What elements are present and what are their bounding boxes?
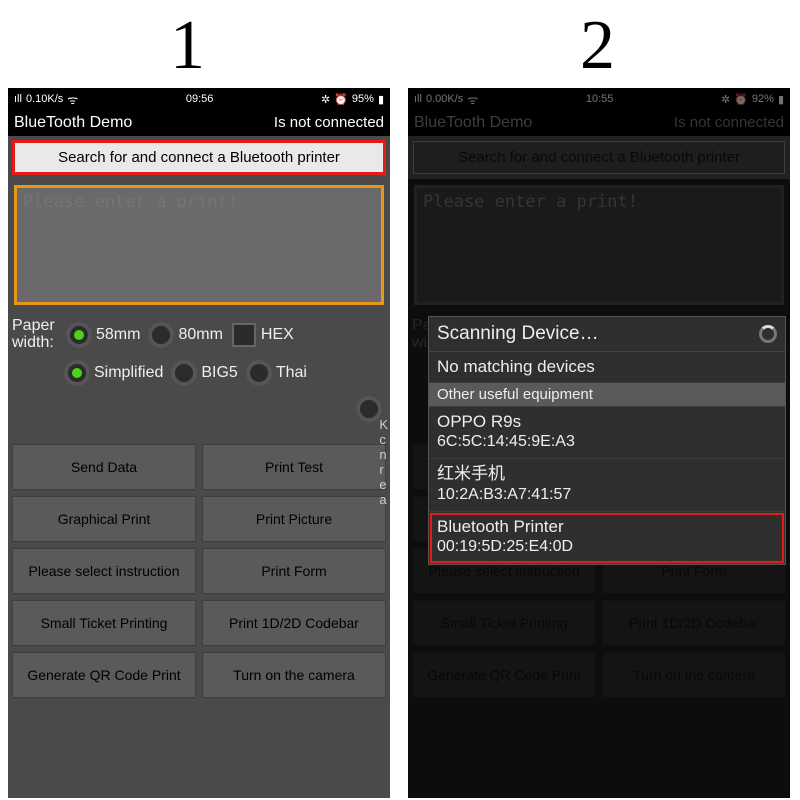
print-codebar-button[interactable]: Print 1D/2D Codebar bbox=[202, 600, 386, 646]
app-title-bar: BlueTooth Demo Is not connected bbox=[408, 110, 790, 136]
graphical-print-button[interactable]: Graphical Print bbox=[12, 496, 196, 542]
device-mac: 6C:5C:14:45:9E:A3 bbox=[437, 432, 777, 452]
device-mac: 10:2A:B3:A7:41:57 bbox=[437, 485, 777, 505]
search-connect-button[interactable]: Search for and connect a Bluetooth print… bbox=[413, 141, 785, 174]
print-test-button[interactable]: Print Test bbox=[202, 444, 386, 490]
search-connect-button[interactable]: Search for and connect a Bluetooth print… bbox=[13, 141, 385, 174]
radio-58mm-label: 58mm bbox=[96, 326, 140, 344]
generate-qr-button[interactable]: Generate QR Code Print bbox=[412, 652, 596, 698]
dialog-header: Scanning Device… bbox=[429, 317, 785, 352]
status-battery-pct: 92% bbox=[752, 93, 774, 105]
radio-58mm[interactable] bbox=[66, 322, 92, 348]
status-bar: ıll 0.00K/s ᯤ 10:55 ✲ ⏰ 92% ▮ bbox=[408, 88, 790, 110]
status-time: 10:55 bbox=[586, 93, 614, 105]
device-item-bluetooth-printer[interactable]: Bluetooth Printer 00:19:5D:25:E4:0D bbox=[429, 512, 785, 564]
phone-screenshot-1: ıll 0.10K/s ᯤ 09:56 ✲ ⏰ 95% ▮ BlueTooth … bbox=[8, 88, 390, 798]
alarm-icon: ⏰ bbox=[334, 93, 348, 106]
extra-radio-area bbox=[8, 390, 390, 440]
device-item-redmi[interactable]: 红米手机 10:2A:B3:A7:41:57 bbox=[429, 459, 785, 511]
paper-width-label: Paper width: bbox=[12, 318, 62, 352]
connection-status: Is not connected bbox=[274, 114, 384, 132]
bluetooth-icon: ✲ bbox=[321, 93, 330, 106]
small-ticket-button[interactable]: Small Ticket Printing bbox=[12, 600, 196, 646]
phone-screenshot-2: ıll 0.00K/s ᯤ 10:55 ✲ ⏰ 92% ▮ BlueTooth … bbox=[408, 88, 790, 798]
radio-thai-label: Thai bbox=[276, 364, 307, 382]
status-battery-pct: 95% bbox=[352, 93, 374, 105]
signal-icon: ıll bbox=[14, 93, 22, 105]
app-title: BlueTooth Demo bbox=[414, 114, 532, 132]
print-picture-button[interactable]: Print Picture bbox=[202, 496, 386, 542]
radio-thai[interactable] bbox=[246, 360, 272, 386]
radio-big5[interactable] bbox=[171, 360, 197, 386]
device-mac: 00:19:5D:25:E4:0D bbox=[437, 537, 777, 557]
encoding-row: Simplified BIG5 Thai bbox=[8, 356, 390, 390]
wifi-icon: ᯤ bbox=[467, 91, 478, 108]
status-bar: ıll 0.10K/s ᯤ 09:56 ✲ ⏰ 95% ▮ bbox=[8, 88, 390, 110]
turn-on-camera-button[interactable]: Turn on the camera bbox=[602, 652, 786, 698]
radio-simplified[interactable] bbox=[64, 360, 90, 386]
step-number-1: 1 bbox=[170, 6, 205, 86]
battery-icon: ▮ bbox=[378, 93, 384, 106]
bluetooth-icon: ✲ bbox=[721, 93, 730, 106]
small-ticket-button[interactable]: Small Ticket Printing bbox=[412, 600, 596, 646]
wifi-icon: ᯤ bbox=[67, 91, 78, 108]
connection-status: Is not connected bbox=[674, 114, 784, 132]
status-time: 09:56 bbox=[186, 93, 214, 105]
alarm-icon: ⏰ bbox=[734, 93, 748, 106]
radio-80mm-label: 80mm bbox=[178, 326, 222, 344]
app-title-bar: BlueTooth Demo Is not connected bbox=[8, 110, 390, 136]
app-title: BlueTooth Demo bbox=[14, 114, 132, 132]
radio-extra[interactable] bbox=[356, 396, 382, 422]
checkbox-hex[interactable] bbox=[232, 323, 256, 347]
action-button-grid: Send Data Print Test Graphical Print Pri… bbox=[8, 440, 390, 702]
device-item-oppo[interactable]: OPPO R9s 6C:5C:14:45:9E:A3 bbox=[429, 407, 785, 459]
device-name: 红米手机 bbox=[437, 463, 777, 484]
radio-big5-label: BIG5 bbox=[201, 364, 237, 382]
spinner-icon bbox=[759, 325, 777, 343]
generate-qr-button[interactable]: Generate QR Code Print bbox=[12, 652, 196, 698]
battery-icon: ▮ bbox=[778, 93, 784, 106]
print-form-button[interactable]: Print Form bbox=[202, 548, 386, 594]
device-name: OPPO R9s bbox=[437, 411, 777, 432]
print-codebar-button[interactable]: Print 1D/2D Codebar bbox=[602, 600, 786, 646]
status-net-speed: 0.10K/s bbox=[26, 93, 63, 105]
signal-icon: ıll bbox=[414, 93, 422, 105]
dialog-no-matching: No matching devices bbox=[429, 352, 785, 383]
dialog-section-other: Other useful equipment bbox=[429, 383, 785, 407]
turn-on-camera-button[interactable]: Turn on the camera bbox=[202, 652, 386, 698]
radio-80mm[interactable] bbox=[148, 322, 174, 348]
scanning-device-dialog: Scanning Device… No matching devices Oth… bbox=[428, 316, 786, 565]
print-text-input[interactable] bbox=[14, 185, 384, 305]
select-instruction-button[interactable]: Please select instruction bbox=[12, 548, 196, 594]
dialog-title: Scanning Device… bbox=[437, 323, 599, 345]
checkbox-hex-label: HEX bbox=[261, 326, 294, 344]
device-name: Bluetooth Printer bbox=[437, 516, 777, 537]
step-number-2: 2 bbox=[580, 6, 615, 86]
radio-simplified-label: Simplified bbox=[94, 364, 163, 382]
paper-width-row: Paper width: 58mm 80mm HEX bbox=[8, 314, 390, 356]
print-text-input[interactable] bbox=[414, 185, 784, 305]
send-data-button[interactable]: Send Data bbox=[12, 444, 196, 490]
status-net-speed: 0.00K/s bbox=[426, 93, 463, 105]
